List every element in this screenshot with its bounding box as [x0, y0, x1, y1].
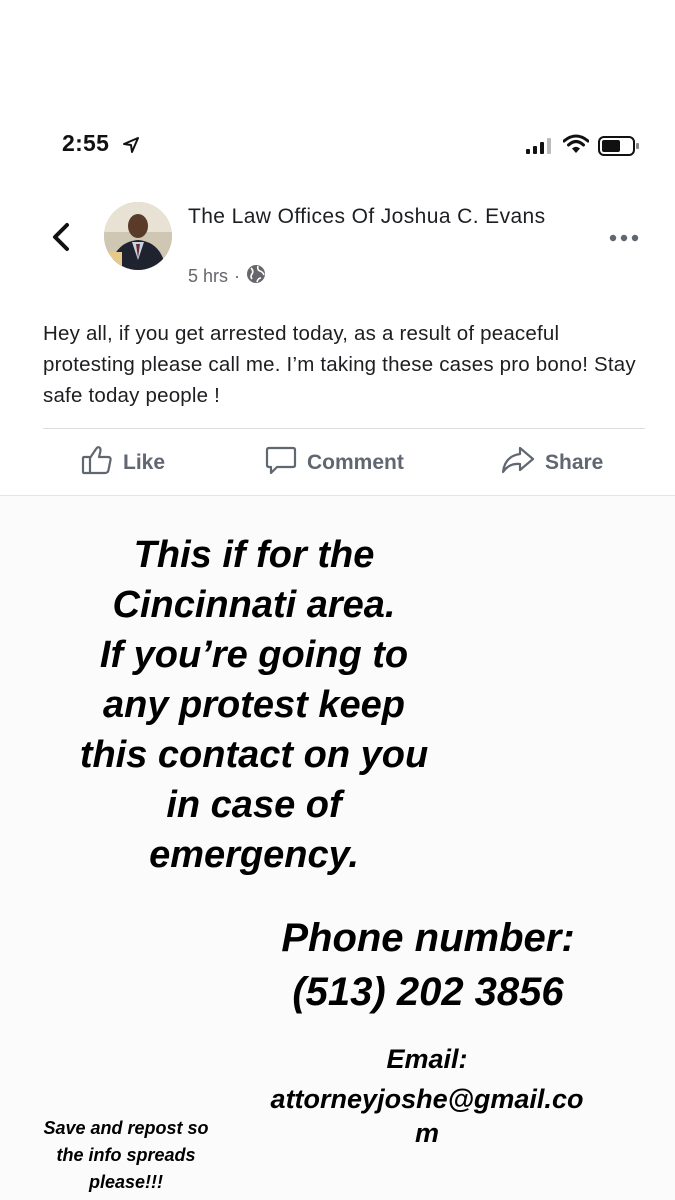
wifi-icon: [562, 134, 590, 159]
avatar[interactable]: [104, 202, 172, 270]
comment-button[interactable]: Comment: [265, 440, 404, 486]
overlay-line: This if for the: [133, 534, 375, 576]
share-label: Share: [545, 451, 604, 474]
overlay-line: If you’re going to: [99, 634, 409, 676]
repost-note: Save and repost so the info spreads plea…: [16, 1115, 236, 1196]
location-arrow-icon: [122, 136, 140, 159]
overlay-main-text: This if for the Cincinnati area. If you’…: [24, 530, 484, 880]
overlay-line: emergency.: [149, 834, 359, 876]
battery-icon: [598, 136, 640, 161]
post-text: Hey all, if you get arrested today, as a…: [43, 322, 636, 407]
post-time[interactable]: 5 hrs: [188, 266, 228, 287]
meta-separator: ·: [234, 266, 241, 286]
overlay-line: Cincinnati area.: [112, 584, 396, 626]
phone-label: Phone number:: [281, 916, 575, 960]
status-time: 2:55: [62, 130, 110, 156]
email-address: attorneyjoshe@gmail.com: [270, 1084, 584, 1148]
repost-line: Save and repost so: [43, 1118, 209, 1138]
like-label: Like: [123, 451, 166, 474]
like-button[interactable]: Like: [81, 440, 165, 486]
email-label: Email:: [386, 1044, 468, 1074]
cellular-signal-icon: [526, 138, 552, 159]
repost-line: please!!!: [88, 1172, 164, 1192]
comment-icon: [265, 445, 297, 481]
overlay-line: this contact on you: [79, 734, 429, 776]
author-name[interactable]: The Law Offices Of Joshua C. Evans: [188, 203, 548, 231]
post-actions-bar: Like Comment Share: [43, 440, 645, 486]
comment-label: Comment: [307, 451, 404, 474]
share-arrow-icon: [501, 445, 535, 481]
post-meta: 5 hrs ·: [188, 264, 266, 289]
back-icon[interactable]: [50, 222, 72, 257]
thumbs-up-icon: [81, 445, 113, 481]
more-options-icon[interactable]: [608, 230, 640, 248]
overlay-line: in case of: [166, 784, 342, 826]
share-button[interactable]: Share: [501, 440, 603, 486]
globe-icon: [246, 264, 266, 289]
divider: [43, 428, 645, 429]
repost-line: the info spreads: [56, 1145, 196, 1165]
overlay-line: any protest keep: [103, 684, 405, 726]
phone-number: (513) 202 3856: [292, 970, 564, 1014]
